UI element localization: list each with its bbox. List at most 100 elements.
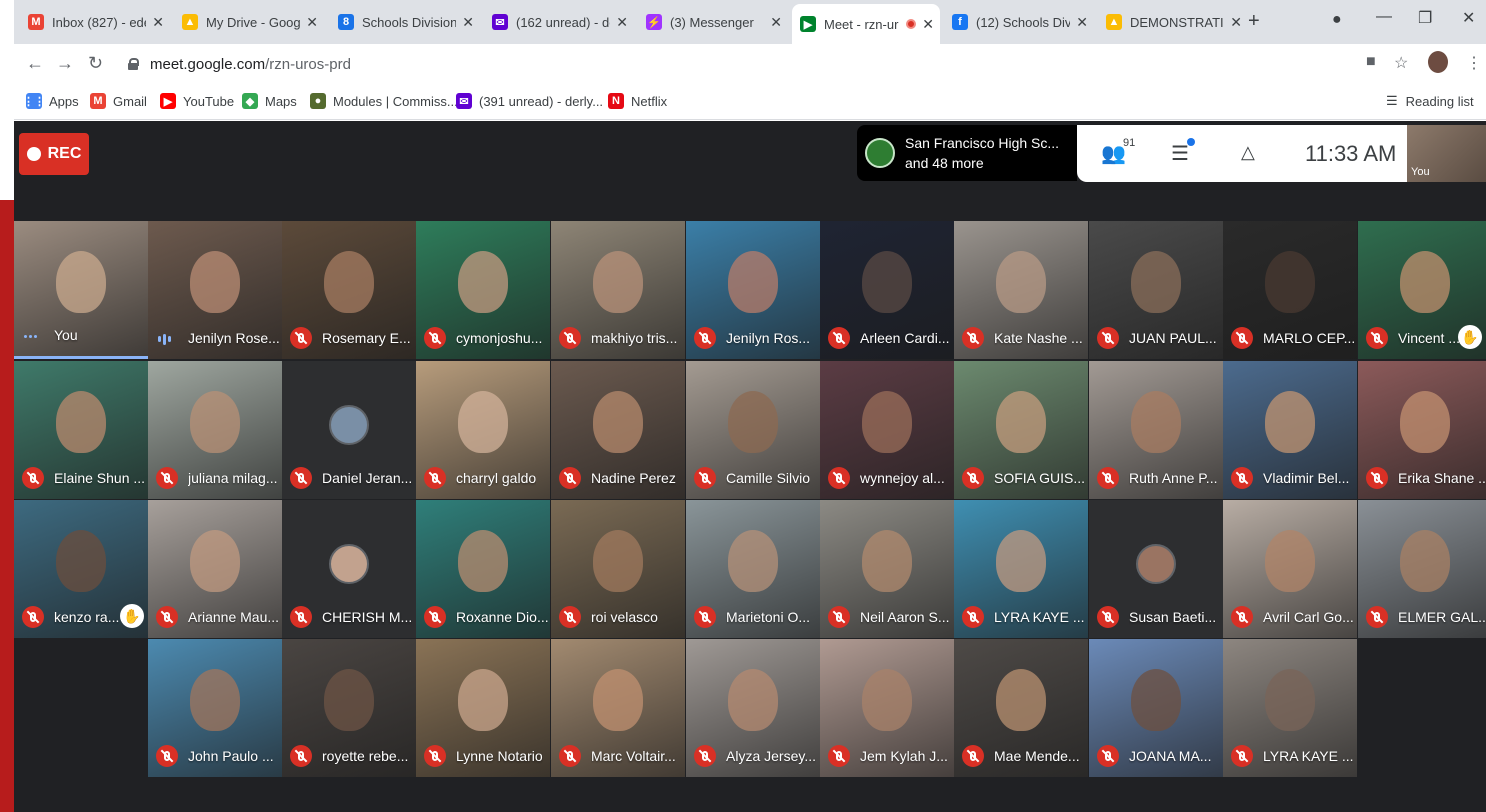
browser-tab[interactable]: 8 Schools Division C ✕ [330, 6, 480, 38]
participant-tile[interactable]: Elaine Shun ... [14, 361, 148, 499]
participant-tile[interactable]: Camille Silvio [686, 361, 820, 499]
close-tab-icon[interactable]: ✕ [922, 16, 934, 33]
participant-tile[interactable]: kenzo ra... ✋ [14, 500, 148, 638]
reading-list-button[interactable]: ☰ Reading list [1386, 93, 1474, 109]
participant-tile[interactable]: royette rebe... [282, 639, 416, 777]
profile-menu-icon[interactable]: ● [1332, 11, 1342, 29]
browser-tab[interactable]: ▲ My Drive - Google ✕ [174, 6, 324, 38]
participant-tile[interactable]: Kate Nashe ... [954, 221, 1088, 359]
participant-tile[interactable]: Roxanne Dio... [416, 500, 550, 638]
new-tab-button[interactable]: + [1248, 10, 1260, 33]
close-tab-icon[interactable]: ✕ [770, 14, 782, 31]
bookmark-star-icon[interactable]: ☆ [1394, 53, 1408, 73]
bookmark-item[interactable]: ⋮⋮ Apps [23, 93, 79, 109]
participant-tile[interactable]: Mae Mende... [954, 639, 1088, 777]
minimize-button[interactable]: — [1376, 8, 1392, 26]
close-tab-icon[interactable]: ✕ [152, 14, 164, 31]
bookmark-item[interactable]: N Netflix [608, 93, 667, 109]
close-tab-icon[interactable]: ✕ [616, 14, 628, 31]
bookmark-item[interactable]: ▶ YouTube [160, 93, 234, 109]
self-view-thumbnail[interactable]: You [1407, 125, 1486, 182]
mic-muted-icon [1231, 745, 1253, 767]
participant-tile[interactable]: Susan Baeti... [1089, 500, 1223, 638]
bookmark-item[interactable]: ✉ (391 unread) - derly... [456, 93, 603, 109]
profile-avatar[interactable] [1428, 51, 1448, 73]
participant-name: Vladimir Bel... [1263, 470, 1350, 486]
mic-muted-icon [290, 327, 312, 349]
participant-tile[interactable]: Jenilyn Ros... [686, 221, 820, 359]
participant-tile[interactable]: Arianne Mau... [148, 500, 282, 638]
participant-tile[interactable]: Daniel Jeran... [282, 361, 416, 499]
browser-tab[interactable]: ⚡ (3) Messenger ✕ [638, 6, 788, 38]
participant-tile[interactable]: LYRA KAYE ... [954, 500, 1088, 638]
participant-tile[interactable]: Rosemary E... [282, 221, 416, 359]
mic-muted-icon [694, 745, 716, 767]
participant-tile[interactable]: Arleen Cardi... [820, 221, 954, 359]
participant-tile[interactable]: ELMER GAL... [1358, 500, 1486, 638]
participant-name: You [54, 327, 78, 343]
youtube-icon: ▶ [160, 93, 176, 109]
browser-tab[interactable]: M Inbox (827) - eder ✕ [20, 6, 170, 38]
chat-icon[interactable]: ☰ [1171, 141, 1189, 166]
participant-tile[interactable]: wynnejoy al... [820, 361, 954, 499]
forward-icon[interactable]: → [56, 53, 74, 74]
browser-tab[interactable]: ▶ Meet - rzn-ur ✕ [792, 4, 940, 44]
participant-tile[interactable]: Avril Carl Go... [1223, 500, 1357, 638]
browser-tab[interactable]: ✉ (162 unread) - de ✕ [484, 6, 634, 38]
mic-muted-icon [559, 745, 581, 767]
close-tab-icon[interactable]: ✕ [1230, 14, 1242, 31]
bookmark-item[interactable]: ◆ Maps [242, 93, 297, 109]
participant-tile[interactable]: Marc Voltair... [551, 639, 685, 777]
participant-tile[interactable]: roi velasco [551, 500, 685, 638]
close-tab-icon[interactable]: ✕ [306, 14, 318, 31]
video-feed [996, 391, 1046, 453]
activities-icon[interactable]: △ [1241, 142, 1255, 163]
mic-muted-icon [694, 467, 716, 489]
presenter-info[interactable]: San Francisco High Sc... and 48 more [857, 125, 1077, 181]
participant-tile[interactable]: Lynne Notario [416, 639, 550, 777]
address-bar[interactable]: meet.google.com/rzn-uros-prd [118, 48, 1458, 80]
bookmark-item[interactable]: M Gmail [90, 93, 147, 109]
participant-tile[interactable]: CHERISH M... [282, 500, 416, 638]
reload-icon[interactable]: ↻ [88, 53, 103, 74]
participant-tile[interactable]: cymonjoshu... [416, 221, 550, 359]
participant-tile[interactable]: JUAN PAUL... [1089, 221, 1223, 359]
participant-tile[interactable]: charryl galdo [416, 361, 550, 499]
mic-muted-icon [828, 467, 850, 489]
browser-tab[interactable]: ▲ DEMONSTRATION ✕ [1098, 6, 1248, 38]
close-tab-icon[interactable]: ✕ [1076, 14, 1088, 31]
participant-name: juliana milag... [188, 470, 278, 486]
participant-tile[interactable]: Nadine Perez [551, 361, 685, 499]
participant-tile[interactable]: MARLO CEP... [1223, 221, 1357, 359]
bookmark-item[interactable]: ● Modules | Commiss... [310, 93, 458, 109]
participant-tile[interactable]: You [14, 221, 148, 359]
participant-tile[interactable]: Neil Aaron S... [820, 500, 954, 638]
url-text[interactable]: meet.google.com/rzn-uros-prd [150, 56, 351, 73]
browser-tab[interactable]: f (12) Schools Divis ✕ [944, 6, 1094, 38]
participant-tile[interactable]: Erika Shane ... [1358, 361, 1486, 499]
mic-muted-icon [1097, 327, 1119, 349]
participant-tile[interactable]: Vladimir Bel... [1223, 361, 1357, 499]
participant-tile[interactable]: LYRA KAYE ... [1223, 639, 1357, 777]
back-icon[interactable]: ← [26, 53, 44, 74]
camera-icon[interactable]: ■ [1366, 53, 1376, 71]
lock-icon[interactable] [128, 58, 139, 70]
participant-tile[interactable]: Jenilyn Rose... [148, 221, 282, 359]
participant-tile[interactable]: SOFIA GUIS... [954, 361, 1088, 499]
close-tab-icon[interactable]: ✕ [462, 14, 474, 31]
participant-tile[interactable]: John Paulo ... [148, 639, 282, 777]
participant-tile[interactable]: makhiyo tris... [551, 221, 685, 359]
more-menu-icon[interactable]: ⋮ [1466, 53, 1482, 73]
participant-tile[interactable]: JOANA MA... [1089, 639, 1223, 777]
participant-tile[interactable]: Alyza Jersey... [686, 639, 820, 777]
participant-tile[interactable]: Marietoni O... [686, 500, 820, 638]
participant-tile[interactable]: juliana milag... [148, 361, 282, 499]
close-window-button[interactable]: ✕ [1462, 8, 1475, 28]
mic-muted-icon [156, 745, 178, 767]
participant-tile[interactable]: Vincent ... ✋ [1358, 221, 1486, 359]
participant-tile[interactable]: Jem Kylah J... [820, 639, 954, 777]
tab-title: Inbox (827) - eder [52, 14, 147, 30]
participant-tile[interactable]: Ruth Anne P... [1089, 361, 1223, 499]
facebook-icon: f [952, 14, 968, 30]
maximize-button[interactable]: ❐ [1418, 8, 1432, 28]
